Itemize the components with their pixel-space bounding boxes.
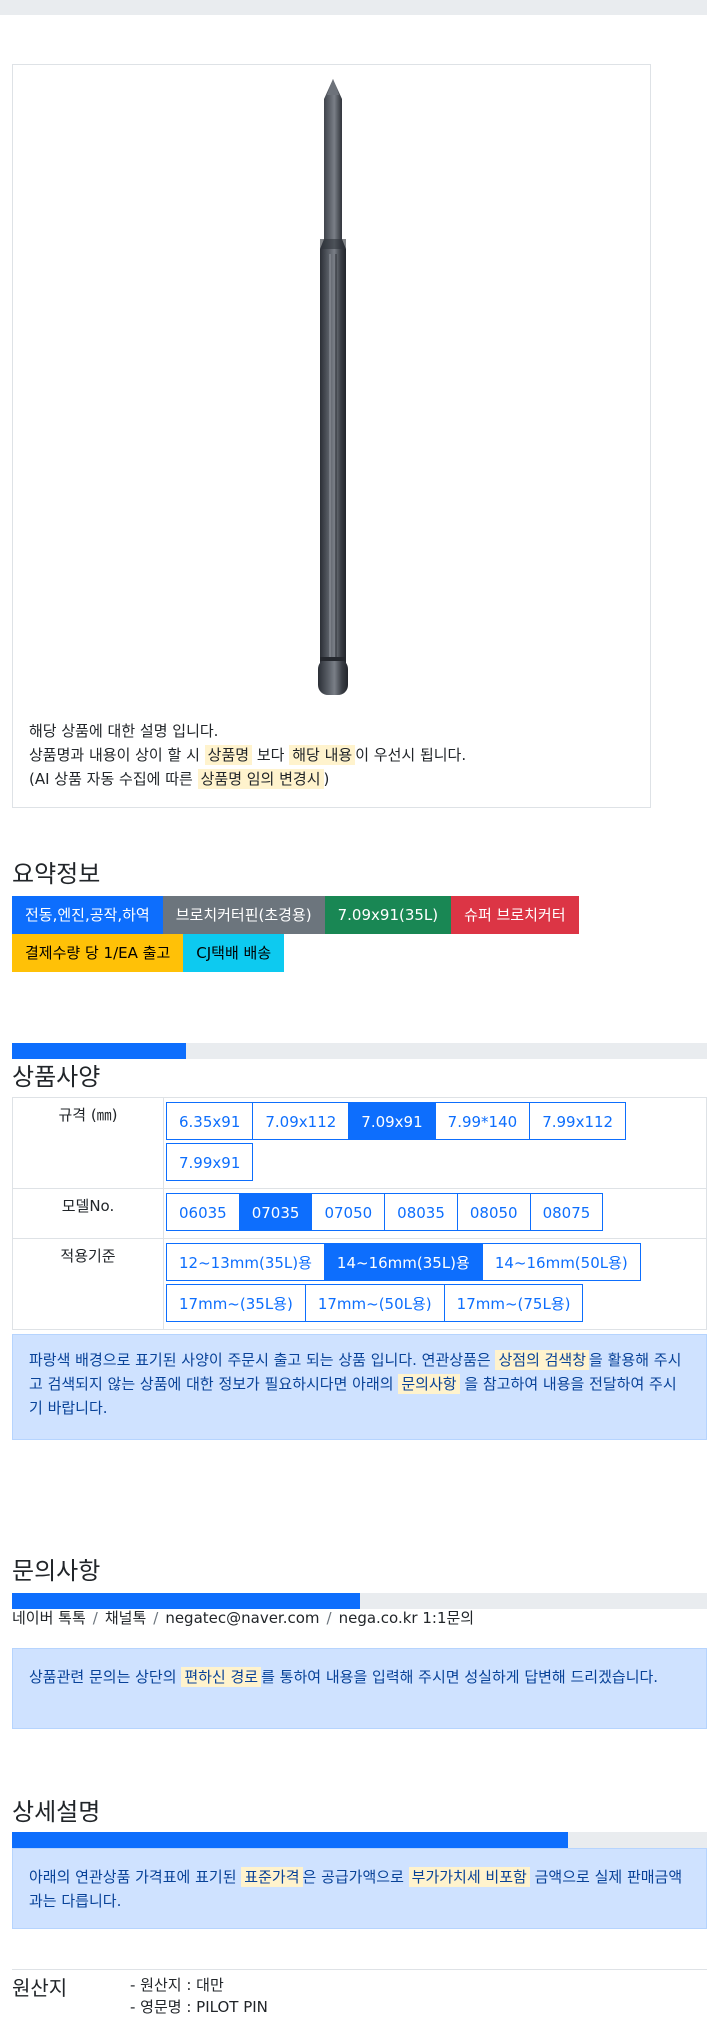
badge-shipping: CJ택배 배송 [183, 934, 285, 972]
alert-text: 은 공급가액으로 [302, 1868, 404, 1886]
highlight-search-box: 상점의 검색창 [495, 1350, 590, 1370]
highlight-standard-price: 표준가격 [241, 1867, 303, 1887]
highlight-inquiry: 문의사항 [398, 1374, 460, 1394]
spec-option-button[interactable]: 7.99*140 [434, 1102, 531, 1140]
disclaimer-text: (AI 상품 자동 수집에 따른 [29, 770, 193, 788]
channeltalk-link[interactable]: 채널톡 [105, 1609, 146, 1627]
spec-row-model: 모델No. 06035 07035 07050 08035 08050 0807… [12, 1188, 707, 1239]
spec-options: 06035 07035 07050 08035 08050 08075 [163, 1188, 707, 1239]
spec-option-button[interactable]: 7.99x112 [529, 1102, 627, 1140]
spec-option-button[interactable]: 7.09x112 [252, 1102, 350, 1140]
spec-option-button[interactable]: 08035 [384, 1193, 458, 1231]
badge-brand-line: 슈퍼 브로치커터 [451, 896, 579, 934]
highlight-name-change: 상품명 임의 변경시 [197, 769, 324, 789]
pilot-pin-image [318, 79, 348, 695]
spec-option-button[interactable]: 07050 [311, 1193, 386, 1231]
disclaimer-line-2: 상품명과 내용이 상이 할 시 상품명 보다 해당 내용 이 우선시 됩니다. [29, 743, 466, 767]
spec-option-button[interactable]: 12~13mm(35L)용 [166, 1243, 325, 1281]
spec-option-button[interactable]: 7.09x91 [348, 1102, 436, 1140]
spec-option-button[interactable]: 6.35x91 [166, 1102, 254, 1140]
alert-text: 파랑색 배경으로 표기된 사양이 주문시 출고 되는 상품 입니다. 연관상품은 [29, 1351, 491, 1369]
spec-option-button[interactable]: 17mm~(35L용) [166, 1284, 306, 1322]
detail-progress-fill [12, 1832, 568, 1848]
disclaimer-text: 보다 [256, 746, 285, 764]
page: 해당 상품에 대한 설명 입니다. 상품명과 내용이 상이 할 시 상품명 보다… [0, 0, 720, 2019]
detail-progress-bar [12, 1832, 707, 1848]
spec-row-standard: 적용기준 12~13mm(35L)용 14~16mm(35L)용 14~16mm… [12, 1238, 707, 1330]
email-link[interactable]: negatec@naver.com [165, 1609, 319, 1627]
spec-option-button[interactable]: 08075 [529, 1193, 604, 1231]
inquiry-notice-alert: 상품관련 문의는 상단의 편하신 경로 를 통하여 내용을 입력해 주시면 성실하… [12, 1648, 707, 1729]
spec-option-button[interactable]: 14~16mm(35L)용 [323, 1243, 483, 1281]
spec-row-size: 규격 (㎜) 6.35x91 7.09x112 7.09x91 7.99*140… [12, 1097, 707, 1189]
disclaimer-text: 상품명과 내용이 상이 할 시 [29, 746, 200, 764]
origin-country: - 원산지 : 대만 [130, 1976, 224, 1994]
disclaimer-line-1: 해당 상품에 대한 설명 입니다. [29, 722, 219, 740]
summary-title: 요약정보 [12, 860, 101, 888]
site-inquiry-link[interactable]: nega.co.kr 1:1문의 [339, 1609, 475, 1627]
spec-option-button[interactable]: 08050 [456, 1193, 531, 1231]
highlight-content: 해당 내용 [289, 745, 356, 765]
origin-title: 원산지 [12, 1976, 68, 2000]
badge-size: 7.09x91(35L) [324, 896, 452, 934]
naver-talktalk-link[interactable]: 네이버 톡톡 [12, 1609, 86, 1627]
badge-product-type: 브로치커터핀(초경용) [162, 896, 325, 934]
spec-notice-alert: 파랑색 배경으로 표기된 사양이 주문시 출고 되는 상품 입니다. 연관상품은… [12, 1334, 707, 1440]
origin-section: 원산지 - 원산지 : 대만 - 영문명 : PILOT PIN [12, 1969, 707, 2016]
origin-english-name: - 영문명 : PILOT PIN [130, 1998, 268, 2016]
separator: / [326, 1609, 332, 1627]
alert-text: 를 통하여 내용을 입력해 주시면 성실하게 답변해 드리겠습니다. [261, 1668, 659, 1686]
disclaimer-text: ) [323, 770, 330, 788]
spec-title: 상품사양 [12, 1063, 101, 1091]
summary-badges: 전동,엔진,공작,하역 브로치커터핀(초경용) 7.09x91(35L) 슈퍼 … [12, 896, 672, 972]
spec-option-button[interactable]: 07035 [238, 1193, 313, 1231]
alert-text: 상품관련 문의는 상단의 [29, 1668, 177, 1686]
detail-notice-alert: 아래의 연관상품 가격표에 표기된 표준가격 은 공급가액으로 부가가치세 비포함… [12, 1848, 707, 1929]
spec-options: 12~13mm(35L)용 14~16mm(35L)용 14~16mm(50L용… [163, 1238, 707, 1330]
spec-option-button[interactable]: 17mm~(75L용) [443, 1284, 584, 1322]
inquiry-title: 문의사항 [12, 1557, 101, 1585]
image-disclaimer: 해당 상품에 대한 설명 입니다. 상품명과 내용이 상이 할 시 상품명 보다… [29, 719, 466, 791]
spec-table: 규격 (㎜) 6.35x91 7.09x112 7.09x91 7.99*140… [12, 1097, 707, 1330]
badge-category: 전동,엔진,공작,하역 [12, 896, 163, 934]
spec-option-button[interactable]: 17mm~(50L용) [304, 1284, 445, 1322]
spec-option-button[interactable]: 06035 [166, 1193, 240, 1231]
spec-label: 모델No. [12, 1188, 164, 1239]
highlight-product-name: 상품명 [204, 745, 253, 765]
spec-progress-bar [12, 1043, 707, 1059]
origin-details: - 원산지 : 대만 - 영문명 : PILOT PIN [130, 1974, 268, 2018]
separator: / [153, 1609, 159, 1627]
disclaimer-line-3: (AI 상품 자동 수집에 따른 상품명 임의 변경시) [29, 767, 466, 791]
disclaimer-text: 이 우선시 됩니다. [355, 746, 467, 764]
spec-label: 적용기준 [12, 1238, 164, 1330]
top-divider-bar [0, 0, 707, 15]
highlight-vat-excluded: 부가가치세 비포함 [408, 1867, 530, 1887]
spec-options: 6.35x91 7.09x112 7.09x91 7.99*140 7.99x1… [163, 1097, 707, 1189]
separator: / [92, 1609, 98, 1627]
spec-label: 규격 (㎜) [12, 1097, 164, 1189]
product-image-card: 해당 상품에 대한 설명 입니다. 상품명과 내용이 상이 할 시 상품명 보다… [12, 64, 651, 808]
alert-text: 아래의 연관상품 가격표에 표기된 [29, 1868, 237, 1886]
spec-option-button[interactable]: 14~16mm(50L용) [481, 1243, 641, 1281]
spec-option-button[interactable]: 7.99x91 [166, 1143, 254, 1181]
badge-quantity: 결제수량 당 1/EA 출고 [12, 934, 184, 972]
contact-links: 네이버 톡톡 / 채널톡 / negatec@naver.com / nega.co.kr … [12, 1607, 474, 1628]
detail-title: 상세설명 [12, 1798, 101, 1826]
highlight-route: 편하신 경로 [181, 1667, 262, 1687]
